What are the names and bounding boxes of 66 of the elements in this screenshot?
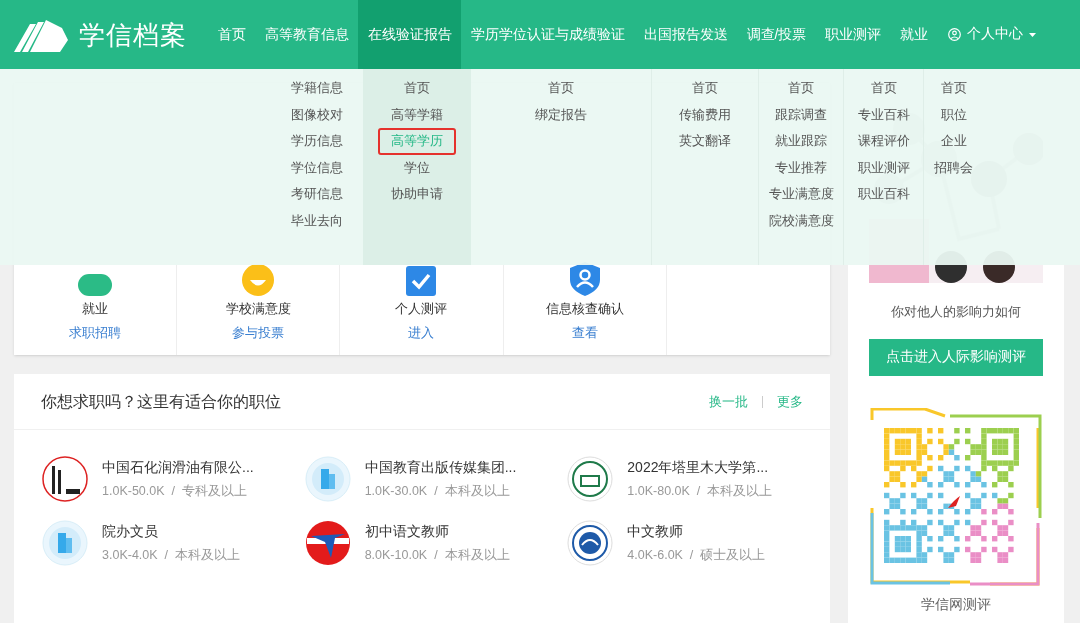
qr-caption: 学信网测评 [921,594,991,614]
job-details: 1.0K-50.0K / 专科及以上 [102,482,248,500]
menu-item[interactable]: 协助申请 [378,181,456,208]
menu-item[interactable]: 学籍信息 [277,75,356,102]
menu-item[interactable]: 首页 [391,75,443,102]
building-icon [42,519,88,566]
job-title[interactable]: 中文教师 [627,520,766,542]
menu-item[interactable]: 首页 [679,75,731,102]
job-details: 8.0K-10.0K / 本科及以上 [364,546,510,564]
menu-item[interactable]: 职业百科 [844,181,923,208]
menu-item[interactable]: 学位信息 [277,154,356,181]
menu-item[interactable]: 专业满意度 [755,181,847,208]
menu-item[interactable]: 首页 [535,75,587,102]
menu-item[interactable]: 就业跟踪 [762,128,840,155]
building-icon [304,455,351,502]
job-details: 3.0K-4.0K / 本科及以上 [102,546,240,564]
service-title: 就业 [82,300,109,318]
tag-icon [78,274,113,296]
menu-item[interactable]: 专业推荐 [762,154,840,181]
job-title[interactable]: 初中语文教师 [364,520,510,542]
smiley-icon [242,264,275,296]
menu-item[interactable]: 首页 [775,75,827,102]
job-title[interactable]: 中国教育出版传媒集团... [364,456,517,478]
job-title[interactable]: 院办文员 [102,520,240,542]
job-title[interactable]: 中国石化润滑油有限公... [102,456,254,478]
seal-icon [567,455,614,502]
menu-item[interactable]: 跟踪调查 [762,101,840,128]
service-link[interactable]: 查看 [571,322,598,342]
menu-item[interactable]: 绑定报告 [522,101,600,128]
menu-item[interactable]: 学位 [391,154,443,181]
company-logo-icon [42,455,88,502]
prompt-text: 你对他人的影响力如何 [891,303,1021,321]
menu-item[interactable]: 企业 [927,128,980,155]
seal-icon [567,519,614,566]
user-icon[interactable] [947,28,961,41]
menu-item[interactable]: 专业百科 [844,101,923,128]
service-link[interactable]: 参与投票 [232,322,285,342]
book-logo-icon [14,17,68,52]
service-link[interactable]: 进入 [408,322,435,342]
menu-item[interactable]: 传输费用 [666,101,744,128]
job-details: 4.0K-6.0K / 硕士及以上 [627,546,766,564]
menu-item[interactable]: 职业测评 [844,154,923,181]
service-title: 个人测评 [395,300,448,318]
service-link[interactable]: 求职招聘 [69,322,122,342]
menu-item[interactable]: 首页 [857,75,910,102]
job-details: 1.0K-30.0K / 本科及以上 [364,482,511,500]
checkbox-icon [406,266,437,296]
menu-item[interactable]: 首页 [927,75,980,102]
caret-icon[interactable] [1028,32,1036,37]
service-title: 信息核查确认 [545,300,624,318]
menu-item[interactable]: 院校满意度 [755,207,847,234]
job-title[interactable]: 2022年塔里木大学第... [627,456,773,478]
menu-item[interactable]: 职位 [927,101,980,128]
menu-item[interactable]: 高等学籍 [378,101,456,128]
job-details: 1.0K-80.0K / 本科及以上 [627,482,773,500]
section-title: 你想求职吗？这里有适合你的职位 [41,391,281,412]
swoosh-logo-icon [304,519,351,566]
menu-item[interactable]: 图像校对 [277,101,356,128]
site-logo-text: 学信档案 [79,21,187,48]
menu-item[interactable]: 考研信息 [277,181,356,208]
menu-item[interactable]: 招聘会 [921,154,986,181]
menu-item[interactable]: 学历信息 [277,128,356,155]
menu-item[interactable]: 课程评价 [844,128,923,155]
menu-item[interactable]: 英文翻译 [666,128,744,155]
service-title: 学校满意度 [225,300,291,318]
menu-item[interactable]: 毕业去向 [277,207,356,234]
